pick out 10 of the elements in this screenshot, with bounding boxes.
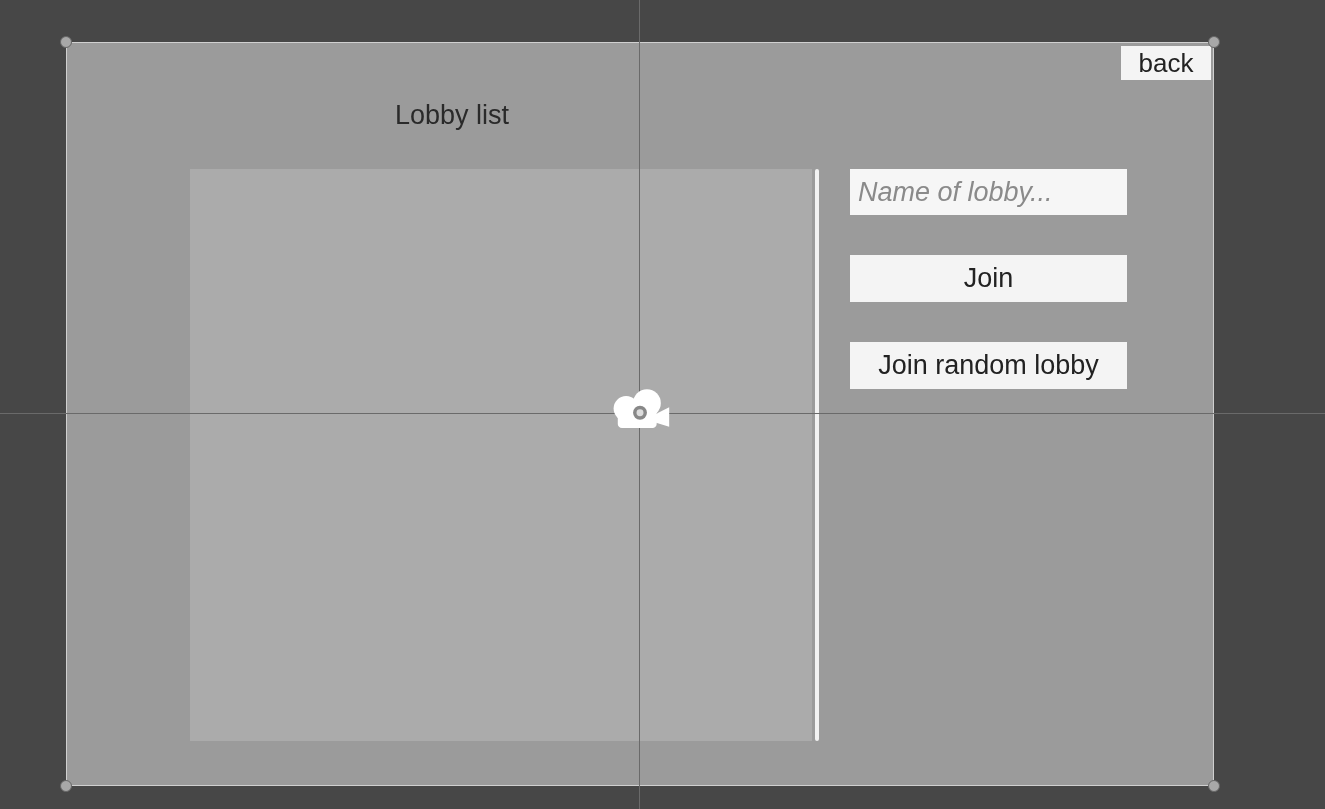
lobby-list-title: Lobby list bbox=[395, 99, 511, 131]
resize-handle[interactable] bbox=[1208, 780, 1220, 792]
resize-handle[interactable] bbox=[60, 780, 72, 792]
join-button[interactable]: Join bbox=[850, 255, 1127, 302]
resize-handle[interactable] bbox=[60, 36, 72, 48]
resize-handle[interactable] bbox=[1208, 36, 1220, 48]
scrollbar[interactable] bbox=[815, 169, 819, 741]
join-button[interactable]: Join random lobby bbox=[850, 342, 1127, 389]
back-button[interactable]: back bbox=[1121, 46, 1211, 80]
lobby-name-field[interactable]: Name of lobby... bbox=[850, 169, 1127, 215]
